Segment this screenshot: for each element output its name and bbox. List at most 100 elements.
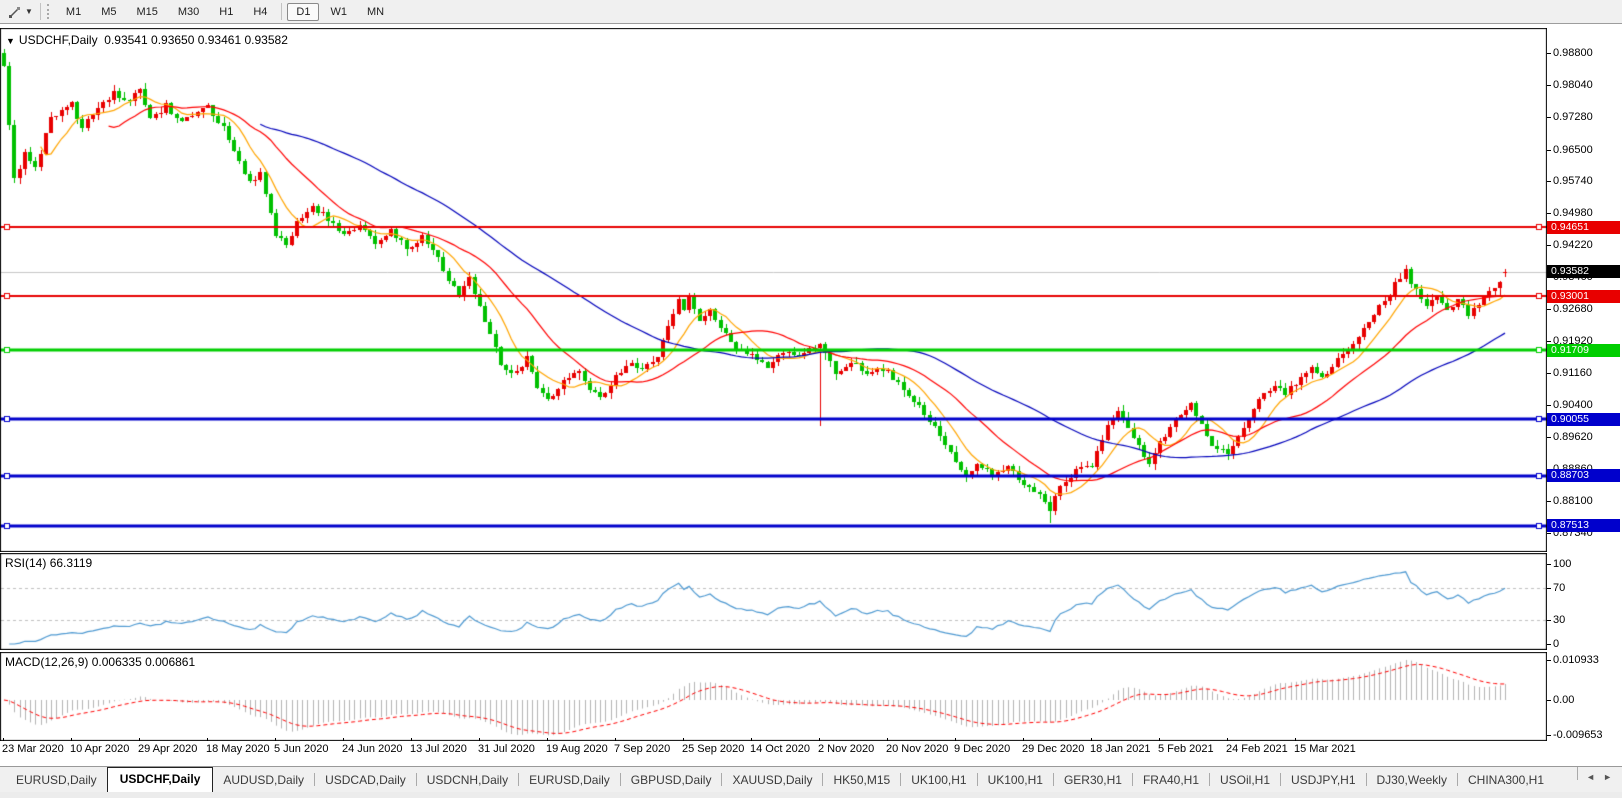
price-tick-label: 0.94220 <box>1553 239 1593 251</box>
chart-tab-usdcnh-daily[interactable]: USDCNH,Daily <box>417 769 518 792</box>
date-label: 2 Nov 2020 <box>818 743 874 755</box>
date-label: 23 Mar 2020 <box>2 743 64 755</box>
chevron-down-icon: ▼ <box>25 7 33 16</box>
chart-tab-usoil-h1[interactable]: USOil,H1 <box>1210 769 1280 792</box>
rsi-tick-label: 70 <box>1553 582 1565 594</box>
price-tick-label: 0.91160 <box>1553 367 1592 379</box>
chart-tab-fra40-h1[interactable]: FRA40,H1 <box>1133 769 1209 792</box>
chart-tab-dj30-weekly[interactable]: DJ30,Weekly <box>1367 769 1457 792</box>
timeframe-button-mn[interactable]: MN <box>358 3 393 21</box>
chart-window: ▼USDCHF,Daily 0.93541 0.93650 0.93461 0.… <box>0 24 1622 766</box>
chart-cursor-tool-button[interactable]: ▼ <box>5 3 36 21</box>
chart-tab-eurusd-daily[interactable]: EURUSD,Daily <box>6 769 107 792</box>
date-tick <box>3 738 4 741</box>
macd-tick-label: 0.00 <box>1553 694 1574 706</box>
date-label: 18 May 2020 <box>206 743 270 755</box>
timeframe-button-w1[interactable]: W1 <box>321 3 356 21</box>
price-line-label: 0.94651 <box>1547 221 1620 234</box>
date-tick <box>547 738 548 741</box>
price-tick-label: 0.98800 <box>1553 47 1593 59</box>
date-tick <box>71 738 72 741</box>
date-tick <box>1023 738 1024 741</box>
chart-tab-usdchf-daily[interactable]: USDCHF,Daily <box>107 767 214 792</box>
price-tick <box>1547 181 1551 182</box>
date-tick <box>615 738 616 741</box>
rsi-tick-label: 100 <box>1553 558 1571 570</box>
date-tick <box>139 738 140 741</box>
ohlc-open: 0.93541 <box>104 33 147 47</box>
price-tick-label: 0.92680 <box>1553 303 1593 315</box>
date-label: 29 Apr 2020 <box>138 743 197 755</box>
timeframe-button-m1[interactable]: M1 <box>57 3 90 21</box>
macd-indicator-canvas[interactable] <box>0 652 1547 741</box>
date-label: 24 Jun 2020 <box>342 743 403 755</box>
timeframe-button-m5[interactable]: M5 <box>92 3 125 21</box>
date-tick <box>1159 738 1160 741</box>
chart-tab-uk100-h1[interactable]: UK100,H1 <box>978 769 1053 792</box>
rsi-tick-label: 30 <box>1553 614 1565 626</box>
chart-tab-gbpusd-daily[interactable]: GBPUSD,Daily <box>621 769 722 792</box>
price-tick <box>1547 53 1551 54</box>
price-tick <box>1547 405 1551 406</box>
price-chart-canvas[interactable] <box>0 28 1547 552</box>
date-tick <box>207 738 208 741</box>
timeframe-button-h1[interactable]: H1 <box>210 3 242 21</box>
scroll-left-icon[interactable]: ◄ <box>1586 772 1595 782</box>
date-label: 25 Sep 2020 <box>682 743 744 755</box>
date-label: 5 Feb 2021 <box>1158 743 1214 755</box>
date-label: 20 Nov 2020 <box>886 743 948 755</box>
timeframe-button-d1[interactable]: D1 <box>287 3 319 21</box>
price-tick <box>1547 437 1551 438</box>
timeframe-button-h4[interactable]: H4 <box>244 3 276 21</box>
date-label: 18 Jan 2021 <box>1090 743 1151 755</box>
date-label: 13 Jul 2020 <box>410 743 467 755</box>
price-tick-label: 0.95740 <box>1553 175 1593 187</box>
tab-separator <box>1577 767 1578 780</box>
chart-tab-bar: EURUSD,DailyUSDCHF,DailyAUDUSD,DailyUSDC… <box>0 766 1622 792</box>
price-tick <box>1547 213 1551 214</box>
rsi-indicator-canvas[interactable] <box>0 553 1547 650</box>
rsi-tick <box>1547 620 1551 621</box>
price-line-label: 0.87513 <box>1547 519 1620 532</box>
price-tick <box>1547 533 1551 534</box>
chart-tab-eurusd-daily[interactable]: EURUSD,Daily <box>519 769 620 792</box>
chart-tab-china300-h1[interactable]: CHINA300,H1 <box>1458 769 1554 792</box>
price-tick <box>1547 373 1551 374</box>
rsi-tick-label: 0 <box>1553 638 1559 650</box>
price-tick-label: 0.89620 <box>1553 431 1593 443</box>
toolbar-separator <box>40 3 41 20</box>
date-tick <box>411 738 412 741</box>
timeframe-button-m30[interactable]: M30 <box>169 3 208 21</box>
scroll-right-icon[interactable]: ► <box>1603 772 1612 782</box>
timeframe-button-m15[interactable]: M15 <box>127 3 166 21</box>
rsi-tick <box>1547 644 1551 645</box>
top-toolbar: ▼ M1M5M15M30H1H4 D1W1MN <box>0 0 1622 24</box>
price-line-label: 0.90055 <box>1547 413 1620 426</box>
chart-title: ▼USDCHF,Daily 0.93541 0.93650 0.93461 0.… <box>6 33 288 47</box>
chart-tab-xauusd-daily[interactable]: XAUUSD,Daily <box>722 769 822 792</box>
macd-tick-label: 0.010933 <box>1553 654 1599 666</box>
chart-tab-usdcad-daily[interactable]: USDCAD,Daily <box>315 769 416 792</box>
price-tick <box>1547 117 1551 118</box>
date-tick <box>343 738 344 741</box>
date-tick <box>683 738 684 741</box>
date-label: 9 Dec 2020 <box>954 743 1010 755</box>
chart-tab-ger30-h1[interactable]: GER30,H1 <box>1054 769 1132 792</box>
price-tick-label: 0.96500 <box>1553 144 1593 156</box>
toolbar-grip[interactable] <box>47 4 51 19</box>
chart-tab-hk50-m15[interactable]: HK50,M15 <box>823 769 900 792</box>
rsi-label: RSI(14) 66.3119 <box>5 556 92 570</box>
chart-tab-usdjpy-h1[interactable]: USDJPY,H1 <box>1281 769 1365 792</box>
price-line-label: 0.91709 <box>1547 344 1620 357</box>
date-label: 14 Oct 2020 <box>750 743 810 755</box>
ohlc-low: 0.93461 <box>198 33 241 47</box>
triangle-down-icon: ▼ <box>6 36 15 46</box>
date-label: 10 Apr 2020 <box>70 743 129 755</box>
chart-tab-audusd-daily[interactable]: AUDUSD,Daily <box>213 769 314 792</box>
macd-values: 0.006335 0.006861 <box>92 655 195 669</box>
macd-label: MACD(12,26,9) 0.006335 0.006861 <box>5 655 195 669</box>
price-tick <box>1547 341 1551 342</box>
date-tick <box>1091 738 1092 741</box>
chart-tab-uk100-h1[interactable]: UK100,H1 <box>901 769 976 792</box>
price-tick <box>1547 309 1551 310</box>
